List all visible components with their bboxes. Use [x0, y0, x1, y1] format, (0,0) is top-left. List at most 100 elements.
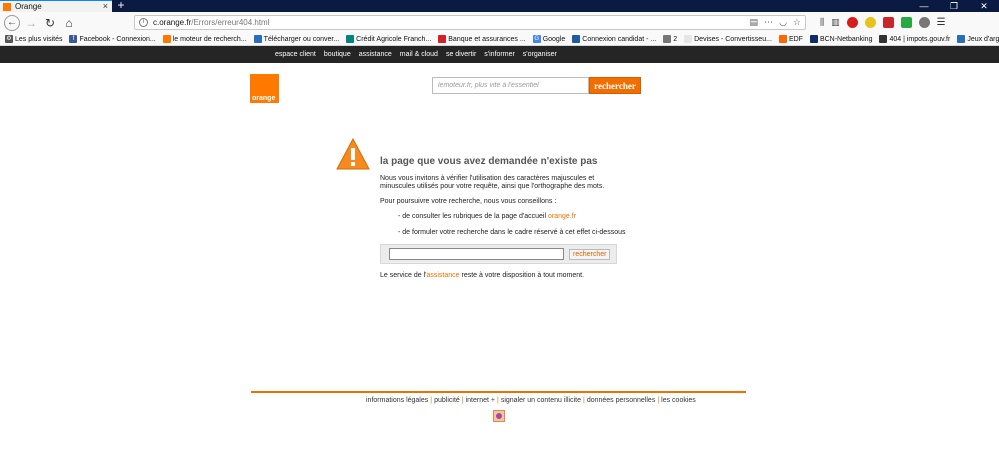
bookmark-item[interactable]: BCN-Netbanking [809, 35, 872, 43]
back-button[interactable]: ← [4, 14, 20, 31]
bookmark-item[interactable]: le moteur de recherch... [162, 35, 247, 43]
service-suffix: reste à votre disposition à tout moment. [459, 272, 585, 279]
nav-assistance[interactable]: assistance [359, 51, 392, 58]
assistance-link[interactable]: assistance [426, 272, 459, 279]
url-path: /Errors/erreur404.html [191, 18, 270, 27]
footer-donnees-personnelles[interactable]: données personnelles [587, 397, 656, 404]
footer-separator: | [430, 397, 433, 404]
tab-strip: Orange × + — ❐ ✕ [0, 0, 999, 12]
reader-view-icon[interactable]: ▤ [750, 17, 759, 28]
footer-separator: | [583, 397, 585, 404]
nav-boutique[interactable]: boutique [324, 51, 351, 58]
window-controls: — ❐ ✕ [909, 0, 999, 12]
bookmark-label: Télécharger ou conver... [263, 35, 340, 43]
error-title: la page que vous avez demandée n'existe … [380, 156, 598, 167]
bookmark-favicon-icon: G [532, 35, 541, 43]
extension-yellow-icon[interactable] [864, 17, 876, 28]
footer-internet-plus[interactable]: internet + [466, 397, 495, 404]
bookmark-favicon-icon [879, 35, 888, 43]
bookmark-favicon-icon [162, 35, 171, 43]
bookmark-label: Facebook - Connexion... [79, 35, 156, 43]
bookmark-label: le moteur de recherch... [172, 35, 247, 43]
footer-cookies[interactable]: les cookies [661, 397, 696, 404]
footer-badge-icon[interactable] [493, 410, 505, 422]
library-icon[interactable]: ⫼ [820, 17, 824, 28]
bookmark-star-icon[interactable]: ☆ [793, 17, 801, 28]
footer-separator: | [657, 397, 660, 404]
orange-logo[interactable]: orange [250, 74, 279, 103]
bookmark-item[interactable]: Banque et assurances ... [438, 35, 526, 43]
adblock-icon[interactable] [846, 17, 858, 28]
url-text[interactable]: c.orange.fr/Errors/erreur404.html [153, 18, 270, 27]
info-icon[interactable]: i [139, 18, 148, 27]
nav-se-divertir[interactable]: se divertir [446, 51, 476, 58]
bookmark-label: 2 [673, 35, 678, 43]
bookmark-label: Google [542, 35, 566, 43]
error-search-input[interactable] [389, 248, 564, 260]
site-top-nav: espace client boutique assistance mail &… [0, 46, 999, 63]
url-actions: ▤ ⋯ ◡ ☆ [750, 17, 801, 28]
bookmark-item[interactable]: Devises - Convertisseu... [684, 35, 772, 43]
close-tab-icon[interactable]: × [103, 2, 108, 11]
service-text: Le service de l'assistance reste à votre… [380, 272, 584, 279]
bookmark-item[interactable]: Télécharger ou conver... [253, 35, 340, 43]
footer-publicite[interactable]: publicité [434, 397, 460, 404]
bookmark-item[interactable]: G Google [532, 35, 566, 43]
nav-espace-client[interactable]: espace client [275, 51, 316, 58]
menu-icon[interactable]: ☰ [937, 17, 946, 28]
suggestion-homepage: - de consulter les rubriques de la page … [398, 213, 576, 220]
reload-button[interactable]: ↻ [42, 15, 58, 31]
close-window-button[interactable]: ✕ [969, 0, 999, 12]
footer-signaler[interactable]: signaler un contenu illicite [501, 397, 581, 404]
orange-fr-link[interactable]: orange.fr [548, 213, 576, 220]
url-host: c.orange.fr [153, 18, 192, 27]
bookmark-favicon-icon [663, 35, 672, 43]
top-search-button[interactable]: rechercher [589, 77, 641, 94]
nav-s-organiser[interactable]: s'organiser [523, 51, 557, 58]
url-bar[interactable]: i c.orange.fr/Errors/erreur404.html ▤ ⋯ … [134, 15, 806, 30]
extension-red-icon[interactable] [882, 17, 894, 28]
top-search: rechercher [432, 77, 641, 94]
bookmark-item[interactable]: ⚙ Les plus visités [5, 35, 62, 43]
service-prefix: Le service de l' [380, 272, 427, 279]
maximize-button[interactable]: ❐ [939, 0, 969, 12]
page-actions-icon[interactable]: ⋯ [764, 17, 773, 28]
bookmark-label: Devises - Convertisseu... [694, 35, 772, 43]
minimize-button[interactable]: — [909, 0, 939, 12]
bookmark-favicon-icon [778, 35, 787, 43]
top-search-input[interactable] [432, 77, 589, 94]
new-tab-button[interactable]: + [114, 0, 128, 12]
bookmark-label: 404 | impots.gouv.fr [889, 35, 951, 43]
error-search-box: rechercher [380, 244, 617, 264]
bookmark-favicon-icon [572, 35, 581, 43]
nav-s-informer[interactable]: s'informer [484, 51, 515, 58]
footer-links: informations légales | publicité | interne… [366, 397, 696, 404]
extension-green-icon[interactable] [900, 17, 912, 28]
bookmark-item[interactable]: f Facebook - Connexion... [69, 35, 156, 43]
footer-separator: | [461, 397, 464, 404]
orange-favicon-icon [3, 2, 11, 11]
pocket-icon[interactable]: ◡ [779, 17, 787, 28]
bookmark-item[interactable]: 404 | impots.gouv.fr [879, 35, 950, 43]
extension-icons: ⫼ ▥ ☰ [820, 17, 946, 28]
bookmark-favicon-icon [957, 35, 966, 43]
home-button[interactable]: ⌂ [61, 15, 77, 31]
bookmark-label: Crédit Agricole Franch... [356, 35, 432, 43]
extension-ghost-icon[interactable] [918, 17, 930, 28]
bookmark-label: Les plus visités [15, 35, 63, 43]
error-search-button[interactable]: rechercher [569, 248, 611, 260]
nav-mail-cloud[interactable]: mail & cloud [400, 51, 438, 58]
bookmark-favicon-icon [438, 35, 447, 43]
bookmark-item[interactable]: Crédit Agricole Franch... [346, 35, 431, 43]
bookmark-item[interactable]: Jeux d'argent en ligne,... [957, 35, 999, 43]
bookmark-item[interactable]: Connexion candidat - ... [572, 35, 656, 43]
error-message-2: Pour poursuivre votre recherche, nous vo… [380, 198, 557, 205]
tab-orange[interactable]: Orange × [0, 0, 112, 12]
suggestion-search: - de formuler votre recherche dans le ca… [398, 229, 626, 236]
bookmark-item[interactable]: EDF [778, 35, 803, 43]
bookmark-favicon-icon [346, 35, 355, 43]
bookmark-item[interactable]: 2 [663, 35, 677, 43]
sidebar-icon[interactable]: ▥ [831, 17, 840, 28]
footer-informations-legales[interactable]: informations légales [366, 397, 428, 404]
forward-button[interactable]: → [23, 15, 39, 31]
